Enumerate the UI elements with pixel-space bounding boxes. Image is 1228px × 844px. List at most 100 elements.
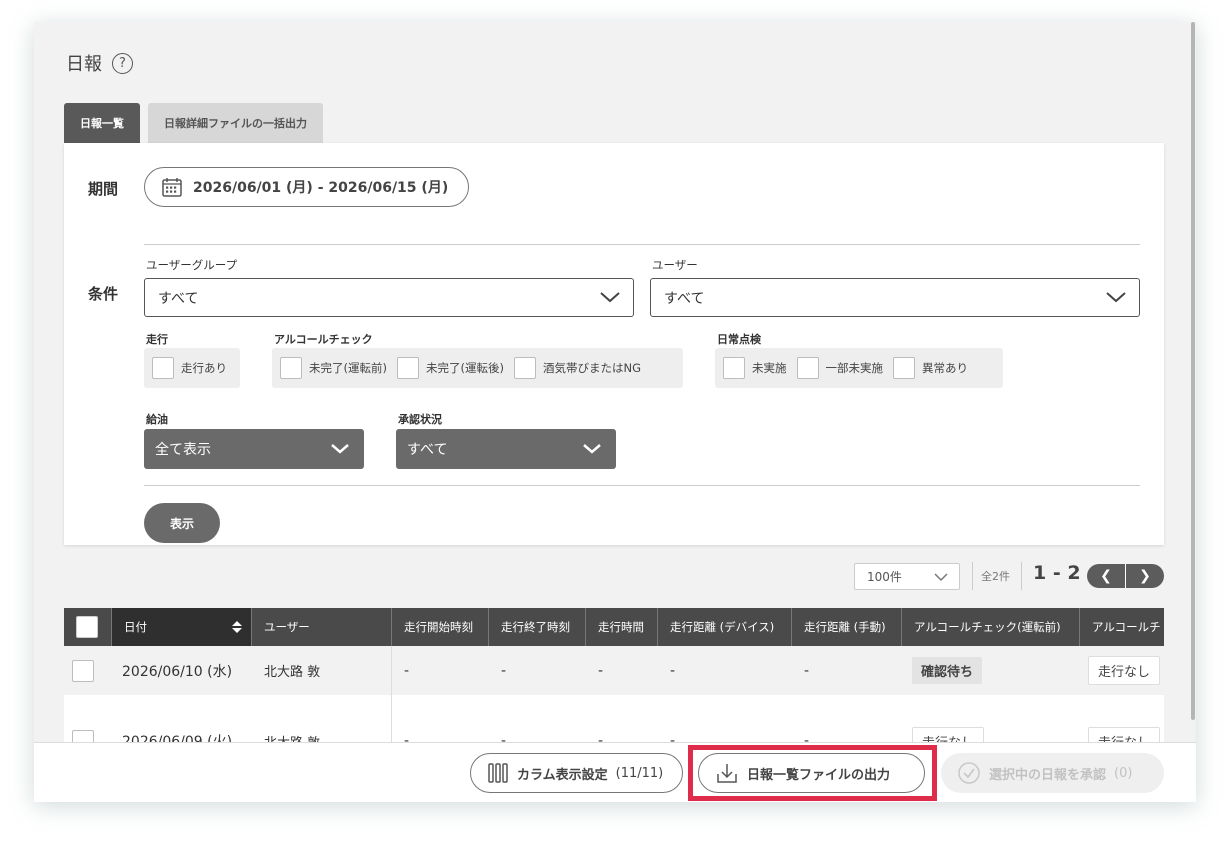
checkbox-label: 未完了(運転前) [309, 361, 387, 375]
column-header-user[interactable]: ユーザー [252, 608, 392, 646]
column-header-distance-manual[interactable]: 走行距離 (手動) [792, 608, 902, 646]
column-header-alcohol-after[interactable]: アルコールチ [1080, 608, 1164, 646]
column-label: 日付 [124, 620, 147, 634]
driving-label: 走行 [146, 333, 168, 346]
checkbox-driving-yes[interactable]: 走行あり [152, 357, 227, 379]
checkbox-inspection-partial[interactable]: 一部未実施 [796, 357, 883, 379]
alcohol-filter-group: 未完了(運転前) 未完了(運転後) 酒気帯びまたはNG [272, 348, 683, 388]
fuel-select[interactable]: 全て表示 [144, 429, 364, 469]
checkbox[interactable] [893, 357, 915, 379]
checkbox-label: 未実施 [752, 361, 787, 375]
pagination-nav: ❮ ❯ [1087, 564, 1164, 588]
tab-daily-report-list[interactable]: 日報一覧 [64, 103, 140, 143]
fuel-label: 給油 [146, 413, 168, 426]
columns-icon [488, 763, 508, 783]
checkbox-alcohol-ng[interactable]: 酒気帯びまたはNG [513, 357, 641, 379]
check-circle-icon [958, 762, 980, 784]
per-page-select[interactable]: 100件 [854, 563, 960, 590]
chevron-down-icon [934, 573, 948, 582]
page-header: 日報 ? [66, 50, 133, 76]
divider [972, 562, 973, 590]
column-header-end[interactable]: 走行終了時刻 [489, 608, 586, 646]
cell-duration: - [598, 662, 604, 679]
row-select-cell [64, 646, 112, 695]
per-page-value: 100件 [867, 570, 902, 584]
approval-label: 承認状況 [398, 413, 442, 426]
user-label: ユーザー [652, 258, 698, 272]
inspection-filter-group: 未実施 一部未実施 異常あり [715, 348, 1003, 388]
checkbox-alcohol-before[interactable]: 未完了(運転前) [280, 357, 387, 379]
calendar-icon [162, 178, 182, 197]
checkbox[interactable] [280, 357, 302, 379]
chevron-down-icon [583, 444, 601, 454]
fuel-value: 全て表示 [155, 442, 211, 458]
checkbox-alcohol-after[interactable]: 未完了(運転後) [396, 357, 504, 379]
prev-page-button[interactable]: ❮ [1087, 564, 1126, 588]
period-label: 期間 [88, 180, 119, 198]
cell-distance-device: - [670, 662, 676, 679]
chevron-left-icon: ❮ [1100, 568, 1112, 584]
column-settings-count: (11/11) [615, 765, 664, 781]
approve-selected-button[interactable]: 選択中の日報を承認 (0) [941, 753, 1164, 793]
show-button[interactable]: 表示 [144, 503, 220, 543]
checkbox-label: 酒気帯びまたはNG [542, 361, 641, 375]
approval-select[interactable]: すべて [396, 429, 616, 469]
alcohol-label: アルコールチェック [274, 333, 373, 346]
checkbox[interactable] [152, 357, 174, 379]
action-footer: カラム表示設定 (11/11) 日報一覧ファイルの出力 選択中の日報を承認 (0… [34, 742, 1196, 802]
sort-icon [232, 621, 242, 633]
checkbox[interactable] [723, 357, 745, 379]
column-header-date[interactable]: 日付 [112, 608, 252, 646]
app-window: 日報 ? 日報一覧 日報詳細ファイルの一括出力 期間 2026/06/01 (月… [34, 22, 1196, 802]
cell-alcohol-before: 確認待ち [902, 646, 1080, 695]
row-checkbox[interactable] [72, 659, 94, 682]
tab-bulk-export[interactable]: 日報詳細ファイルの一括出力 [148, 103, 323, 143]
help-icon[interactable]: ? [112, 52, 133, 74]
highlight-box [688, 745, 937, 801]
column-settings-label: カラム表示設定 [517, 767, 608, 783]
period-picker[interactable]: 2026/06/01 (月) - 2026/06/15 (月) [144, 167, 469, 207]
checkbox-inspection-abnormal[interactable]: 異常あり [893, 357, 968, 379]
chevron-right-icon: ❯ [1139, 568, 1151, 584]
checkbox[interactable] [513, 357, 536, 379]
column-header-start[interactable]: 走行開始時刻 [392, 608, 489, 646]
cell-user: 北大路 敦 [252, 646, 392, 695]
conditions-label: 条件 [88, 285, 119, 303]
user-value: すべて [664, 290, 705, 307]
user-group-select[interactable]: すべて [144, 278, 634, 317]
user-select[interactable]: すべて [650, 278, 1140, 317]
select-all-checkbox[interactable] [76, 616, 98, 638]
table-row[interactable]: 2026/06/10 (水) 北大路 敦 - - - - - 確認待ち 走行なし [64, 646, 1164, 695]
checkbox[interactable] [796, 357, 819, 379]
filter-panel: 期間 2026/06/01 (月) - 2026/06/15 (月) 条件 ユー… [64, 143, 1164, 545]
total-count: 全2件 [981, 570, 1010, 583]
status-badge: 走行なし [1088, 656, 1161, 685]
divider [1021, 562, 1022, 590]
checkbox-label: 異常あり [922, 361, 968, 375]
page-range: 1 - 2 [1033, 562, 1081, 584]
approval-value: すべて [407, 442, 448, 458]
checkbox-label: 未完了(運転後) [425, 361, 504, 375]
checkbox-label: 走行あり [181, 361, 227, 375]
approve-count: (0) [1114, 765, 1133, 781]
divider [144, 244, 1140, 245]
inspection-label: 日常点検 [717, 333, 761, 346]
tab-bar: 日報一覧 日報詳細ファイルの一括出力 [64, 103, 323, 143]
checkbox[interactable] [396, 357, 419, 379]
scrollbar[interactable] [1191, 22, 1195, 720]
column-settings-button[interactable]: カラム表示設定 (11/11) [470, 753, 683, 793]
status-badge[interactable]: 確認待ち [912, 657, 983, 684]
checkbox-inspection-none[interactable]: 未実施 [723, 357, 787, 379]
table-header: 日付 ユーザー 走行開始時刻 走行終了時刻 走行時間 走行距離 (デバイス) 走… [64, 608, 1164, 646]
chevron-down-icon [600, 292, 620, 303]
column-header-distance-device[interactable]: 走行距離 (デバイス) [658, 608, 792, 646]
chevron-down-icon [331, 444, 349, 454]
cell-start: - [404, 662, 410, 679]
cell-distance-manual: - [804, 662, 810, 679]
select-all-cell [64, 608, 112, 646]
column-header-duration[interactable]: 走行時間 [586, 608, 658, 646]
next-page-button[interactable]: ❯ [1126, 564, 1164, 588]
column-header-alcohol-before[interactable]: アルコールチェック(運転前) [902, 608, 1080, 646]
user-group-label: ユーザーグループ [146, 258, 238, 272]
cell-end: - [501, 662, 507, 679]
